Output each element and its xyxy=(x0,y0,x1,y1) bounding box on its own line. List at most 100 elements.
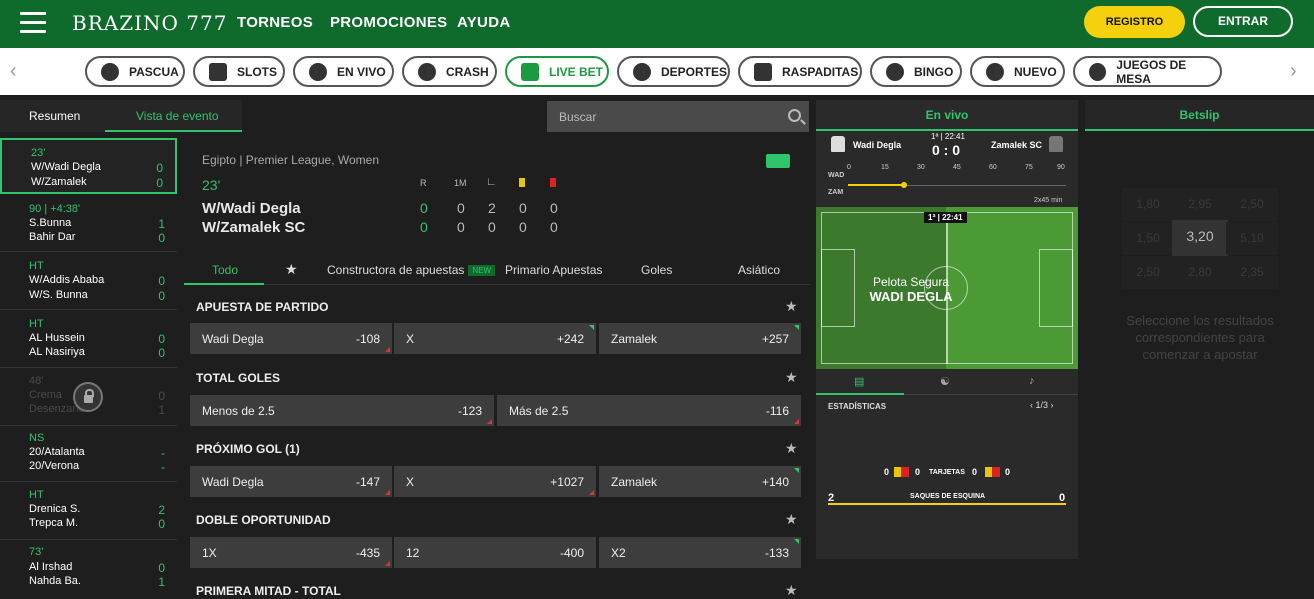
match-team-away: Bahir Dar xyxy=(29,231,76,243)
odd-button[interactable]: Menos de 2.5 -123 xyxy=(190,395,494,426)
tab-vista-de-evento[interactable]: Vista de evento xyxy=(136,109,219,123)
odd-label: X xyxy=(406,475,415,489)
category-bingo[interactable]: BINGO xyxy=(870,56,962,87)
star-icon[interactable]: ★ xyxy=(785,369,798,386)
match-score-home: - xyxy=(161,446,165,460)
yellow-cards-home: 0 xyxy=(884,467,890,477)
odd-label: 1X xyxy=(202,546,217,560)
betslip-message: Seleccione los resultados correspondient… xyxy=(1126,313,1274,362)
tab-resumen[interactable]: Resumen xyxy=(29,109,80,123)
chip-icon xyxy=(1089,62,1107,81)
scoreboard-icon[interactable] xyxy=(766,154,790,168)
scroll-left-icon[interactable]: ‹ xyxy=(10,60,17,83)
red-home: 0 xyxy=(550,200,558,216)
login-button[interactable]: ENTRAR xyxy=(1193,6,1293,37)
live-header[interactable]: En vivo xyxy=(816,100,1078,131)
category-live-bet[interactable]: LIVE BET xyxy=(505,56,609,87)
match-item[interactable]: HT AL Hussein AL Nasiriya 0 0 xyxy=(0,310,177,368)
market-tabs: Todo ★ Constructora de apuestas NEW Prima… xyxy=(184,253,810,285)
favorites-star-icon[interactable]: ★ xyxy=(285,261,298,278)
category-nuevo[interactable]: NUEVO xyxy=(970,56,1065,87)
match-team-away: W/S. Bunna xyxy=(29,289,88,301)
score-away: 0 xyxy=(420,219,428,235)
odd-value: -123 xyxy=(457,404,482,418)
stats-bar-icon[interactable]: ▤ xyxy=(854,375,864,388)
timeline-tick: 30 xyxy=(917,164,925,171)
match-item[interactable]: HT W/Addis Ababa W/S. Bunna 0 0 xyxy=(0,252,177,310)
star-icon[interactable]: ★ xyxy=(785,511,798,528)
match-score-away: 0 xyxy=(158,517,165,531)
tab-constructora[interactable]: Constructora de apuestas NEW xyxy=(327,263,496,277)
match-item[interactable]: 23' W/Wadi Degla W/Zamalek 0 0 xyxy=(0,138,177,194)
lineups-icon[interactable]: ☯ xyxy=(940,375,950,388)
odd-label: Wadi Degla xyxy=(202,332,264,346)
menu-icon[interactable] xyxy=(20,12,46,34)
odd-label: Zamalek xyxy=(611,475,658,489)
timeline-away-label: ZAM xyxy=(828,189,844,196)
category-pascua[interactable]: PASCUA xyxy=(85,56,185,87)
pitch-tracker: 1ª | 22:41 Pelota Segura WADI DEGLA xyxy=(816,207,1078,369)
match-item[interactable]: HT Drenica S. Trepca M. 2 0 xyxy=(0,482,177,540)
category-deportes[interactable]: DEPORTES xyxy=(617,56,730,87)
match-score-home: 0 xyxy=(158,389,165,403)
possession-label: Pelota Segura xyxy=(872,275,950,289)
odd-button[interactable]: 12 -400 xyxy=(394,537,596,568)
star-icon[interactable]: ★ xyxy=(785,440,798,457)
scroll-right-icon[interactable]: › xyxy=(1290,60,1297,83)
grid-cell: 2,95 xyxy=(1174,188,1226,221)
market-title: TOTAL GOLES xyxy=(196,371,281,385)
odd-button[interactable]: Zamalek +140 xyxy=(599,466,801,497)
odd-button[interactable]: Wadi Degla -147 xyxy=(190,466,392,497)
category-juegos-de-mesa[interactable]: JUEGOS DE MESA xyxy=(1073,56,1222,87)
odd-value: +140 xyxy=(761,475,789,489)
col-first-half: 1M xyxy=(454,178,467,188)
betslip-header[interactable]: Betslip xyxy=(1085,100,1314,131)
match-team-home: S.Bunna xyxy=(29,217,72,229)
odd-button[interactable]: 1X -435 xyxy=(190,537,392,568)
match-item[interactable]: 73' Al Irshad Nahda Ba. 0 1 xyxy=(0,540,177,594)
nav-promociones[interactable]: PROMOCIONES xyxy=(330,14,447,31)
odd-button[interactable]: X +242 xyxy=(394,323,596,354)
odd-value: -108 xyxy=(355,332,380,346)
yellow-cards-away: 0 xyxy=(972,467,978,477)
stats-pager[interactable]: ‹ 1/3 › xyxy=(1030,400,1054,410)
tab-goles[interactable]: Goles xyxy=(641,263,672,277)
match-team-away: AL Nasiriya xyxy=(29,346,85,358)
star-icon[interactable]: ★ xyxy=(785,582,798,599)
microphone-icon[interactable]: ♪ xyxy=(1029,375,1035,387)
odd-value: -147 xyxy=(355,475,380,489)
odd-button[interactable]: Wadi Degla -108 xyxy=(190,323,392,354)
category-crash[interactable]: CRASH xyxy=(402,56,497,87)
tab-primario[interactable]: Primario Apuestas xyxy=(505,263,602,277)
live-clock: 1ª | 22:41 xyxy=(931,132,965,141)
match-score-away: 0 xyxy=(158,231,165,245)
brand-logo[interactable]: BRAZINO 777 xyxy=(72,11,227,35)
category-en-vivo[interactable]: EN VIVO xyxy=(293,56,394,87)
odd-button[interactable]: X2 -133 xyxy=(599,537,801,568)
match-status: HT xyxy=(29,489,44,501)
new-badge: NEW xyxy=(468,265,496,277)
odd-button[interactable]: Más de 2.5 -116 xyxy=(497,395,801,426)
odd-button[interactable]: Zamalek +257 xyxy=(599,323,801,354)
yellow-card-icon xyxy=(519,178,525,187)
match-item[interactable]: 90 | +4:38' S.Bunna Bahir Dar 1 0 xyxy=(0,196,177,252)
star-icon[interactable]: ★ xyxy=(785,298,798,315)
category-slots[interactable]: SLOTS xyxy=(193,56,285,87)
search-icon[interactable] xyxy=(788,109,801,122)
timeline-marker xyxy=(901,182,907,188)
search-input[interactable] xyxy=(547,101,777,132)
corners-label: SAQUES DE ESQUINA xyxy=(910,493,986,500)
soccer-ball-icon xyxy=(633,62,651,81)
register-button[interactable]: REGISTRO xyxy=(1084,6,1185,38)
tab-asiatico[interactable]: Asiático xyxy=(738,263,780,277)
odd-button[interactable]: X +1027 xyxy=(394,466,596,497)
nav-torneos[interactable]: TORNEOS xyxy=(237,14,313,31)
category-raspaditas[interactable]: RASPADITAS xyxy=(738,56,862,87)
egg-icon xyxy=(101,62,119,81)
tab-todo[interactable]: Todo xyxy=(212,263,238,277)
away-shirt-icon xyxy=(1049,136,1063,152)
match-item[interactable]: NS 20/Atalanta 20/Verona - - xyxy=(0,426,177,482)
red-cards-home: 0 xyxy=(915,467,921,477)
next-icon[interactable]: › xyxy=(1048,400,1054,410)
nav-ayuda[interactable]: AYUDA xyxy=(457,14,510,31)
